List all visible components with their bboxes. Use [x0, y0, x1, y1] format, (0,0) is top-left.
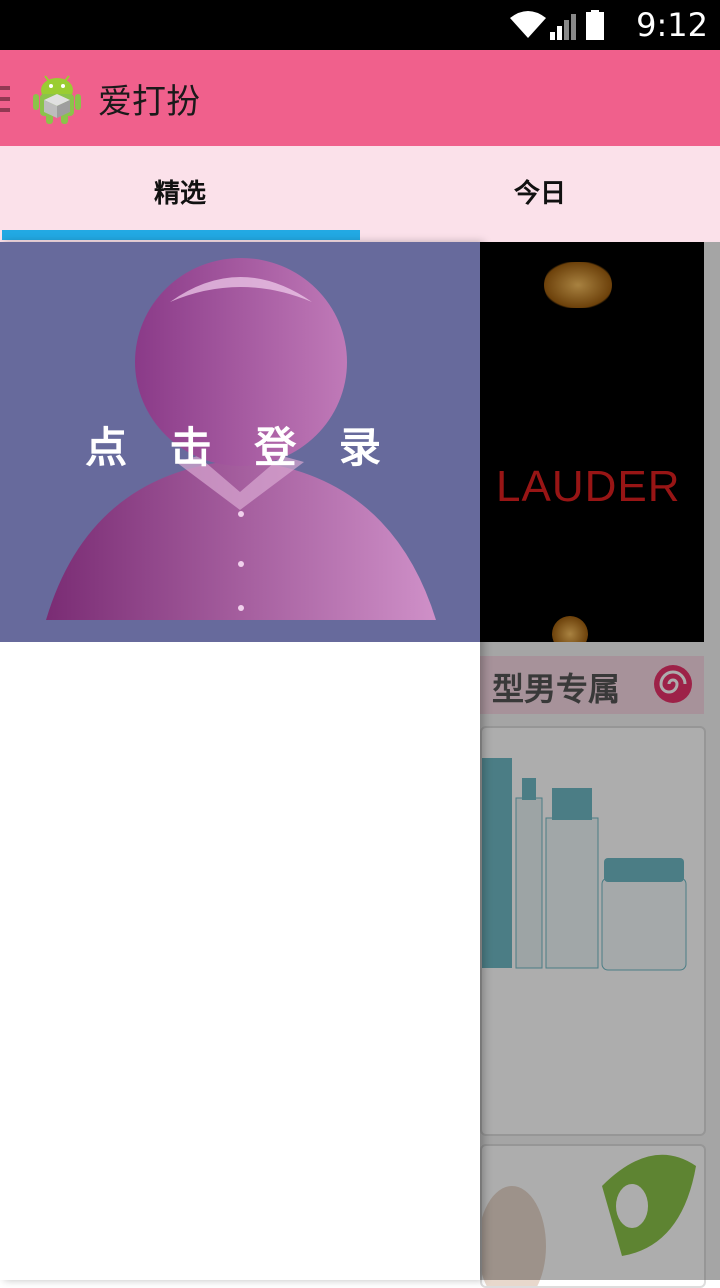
tab-bar: 精选 今日 — [0, 146, 720, 242]
app-bar: 爱打扮 — [0, 50, 720, 146]
tab-today[interactable]: 今日 — [360, 146, 720, 242]
tab-indicator — [2, 230, 360, 240]
login-button[interactable]: 点 击 登 录 — [0, 414, 480, 475]
navigation-drawer: 点 击 登 录 — [0, 242, 480, 1280]
battery-icon — [586, 10, 604, 40]
tab-featured[interactable]: 精选 — [0, 146, 360, 242]
scrim-overlay[interactable] — [480, 242, 720, 1280]
android-logo-icon[interactable] — [30, 72, 84, 126]
tab-label: 今日 — [513, 179, 566, 209]
tab-label: 精选 — [153, 179, 206, 209]
app-title: 爱打扮 — [98, 82, 200, 122]
status-bar: 9:12 — [0, 0, 720, 50]
wifi-icon — [510, 11, 546, 38]
clock: 9:12 — [636, 6, 708, 44]
drawer-header[interactable]: 点 击 登 录 — [0, 242, 480, 642]
signal-icon — [550, 14, 576, 40]
status-icons — [510, 10, 604, 40]
hamburger-menu-icon[interactable] — [0, 84, 12, 114]
